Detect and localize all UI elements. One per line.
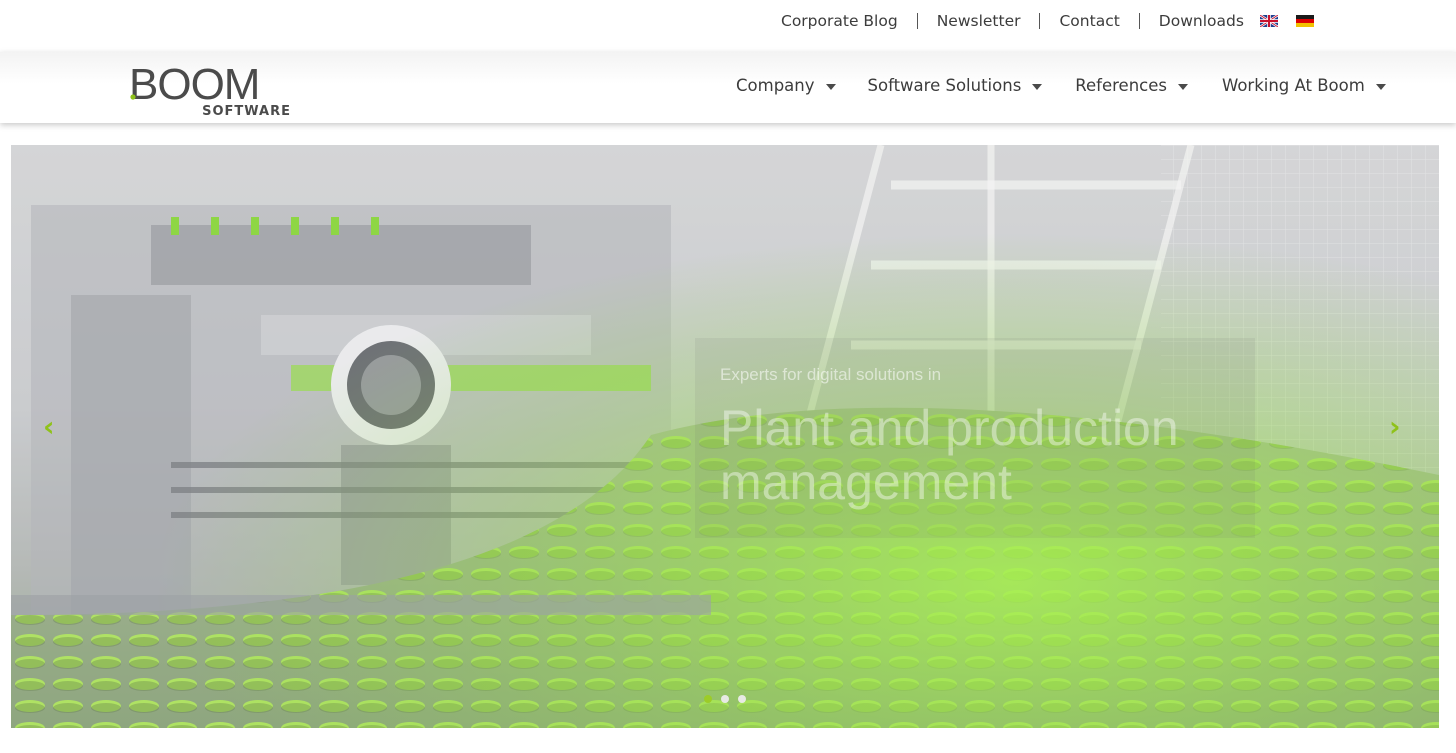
boom-software-logo[interactable]: BOOM SOFTWARE: [129, 61, 295, 117]
chevron-left-icon[interactable]: ‹: [43, 413, 55, 441]
caret-down-icon: [1032, 83, 1043, 90]
slide-dot-1[interactable]: [704, 695, 712, 703]
slide-dot-2[interactable]: [721, 695, 729, 703]
nav-working-at-boom[interactable]: Working At Boom: [1222, 76, 1386, 95]
uk-flag-icon[interactable]: [1260, 15, 1278, 27]
newsletter-link[interactable]: Newsletter: [918, 11, 1040, 31]
main-header: BOOM SOFTWARE Company Software Solutions…: [0, 52, 1456, 123]
nav-company-label: Company: [736, 76, 815, 95]
language-switcher: [1260, 15, 1314, 27]
downloads-link[interactable]: Downloads: [1140, 11, 1263, 31]
top-utility-bar: Corporate Blog Newsletter Contact Downlo…: [0, 0, 1456, 52]
caret-down-icon: [825, 83, 836, 90]
hero-slider[interactable]: Experts for digital solutions in Plant a…: [11, 145, 1439, 728]
logo-subtitle: SOFTWARE: [202, 104, 291, 117]
german-flag-icon[interactable]: [1296, 15, 1314, 27]
logo-dot: [130, 94, 136, 100]
top-links: Corporate Blog Newsletter Contact Downlo…: [762, 11, 1263, 31]
nav-working-at-boom-label: Working At Boom: [1221, 76, 1365, 95]
slide-dot-3[interactable]: [738, 695, 746, 703]
hero-pretitle: Experts for digital solutions in: [720, 365, 942, 384]
nav-software-solutions-label: Software Solutions: [867, 76, 1022, 95]
chevron-right-icon[interactable]: ›: [1389, 413, 1401, 441]
contact-link[interactable]: Contact: [1040, 11, 1138, 31]
main-navigation: Company Software Solutions References Wo…: [736, 76, 1386, 95]
nav-company[interactable]: Company: [736, 76, 836, 95]
caret-down-icon: [1375, 83, 1386, 90]
hero-title: Plant and production management: [720, 400, 1179, 510]
corporate-blog-link[interactable]: Corporate Blog: [762, 11, 917, 31]
caret-down-icon: [1177, 83, 1188, 90]
nav-references-label: References: [1075, 76, 1167, 95]
nav-software-solutions[interactable]: Software Solutions: [868, 76, 1043, 95]
logo-word: BOOM: [129, 61, 259, 109]
nav-references[interactable]: References: [1075, 76, 1188, 95]
slider-pagination: [704, 695, 746, 703]
